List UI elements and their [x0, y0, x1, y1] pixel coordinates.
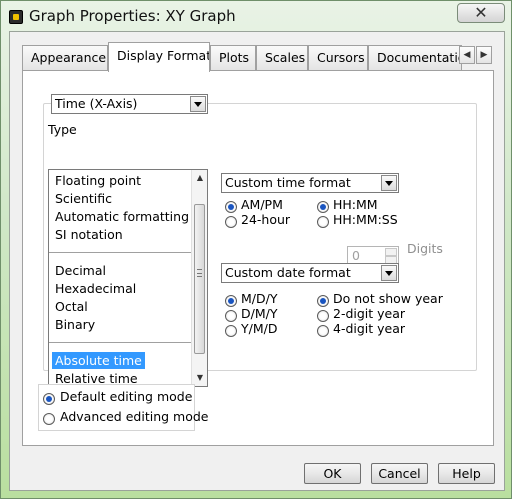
- list-item[interactable]: Hexadecimal: [52, 280, 139, 297]
- time-format-select[interactable]: Custom time format: [221, 173, 399, 193]
- type-listbox[interactable]: Floating point Scientific Automatic form…: [48, 169, 208, 387]
- scrollbar-thumb[interactable]: [194, 204, 205, 354]
- 4-digit-year-label: 4-digit year: [333, 321, 406, 336]
- advanced-editing-mode-label: Advanced editing mode: [60, 409, 209, 424]
- close-button[interactable]: ✕: [457, 3, 505, 23]
- axis-select-value: Time (X-Axis): [55, 96, 138, 111]
- ymd-radio[interactable]: [225, 325, 237, 337]
- dialog-client-area: Appearance Display Format Plots Scales C…: [9, 31, 505, 491]
- dialog-window: Graph Properties: XY Graph ✕ Appearance …: [0, 0, 512, 499]
- 2-digit-year-radio[interactable]: [317, 310, 329, 322]
- ok-button[interactable]: OK: [304, 463, 361, 484]
- list-item[interactable]: Scientific: [52, 190, 115, 207]
- window-title: Graph Properties: XY Graph: [29, 7, 236, 25]
- list-item[interactable]: Binary: [52, 316, 98, 333]
- list-item[interactable]: SI notation: [52, 226, 126, 243]
- advanced-editing-mode-radio[interactable]: [43, 413, 55, 425]
- spin-up-icon[interactable]: [385, 248, 397, 256]
- chevron-down-icon: [381, 175, 397, 191]
- 24-hour-label: 24-hour: [241, 212, 291, 227]
- time-format-select-value: Custom time format: [225, 175, 351, 190]
- hh-mm-label: HH:MM: [333, 197, 378, 212]
- tab-documentation[interactable]: Documentatio: [368, 45, 462, 71]
- mdy-radio[interactable]: [225, 295, 237, 307]
- cancel-button[interactable]: Cancel: [371, 463, 428, 484]
- digits-value: 0: [352, 248, 360, 263]
- chevron-down-icon: [190, 96, 206, 112]
- axis-select[interactable]: Time (X-Axis): [51, 94, 208, 114]
- default-editing-mode-label: Default editing mode: [60, 389, 193, 404]
- date-format-select[interactable]: Custom date format: [221, 263, 399, 283]
- list-item[interactable]: Automatic formatting: [52, 208, 192, 225]
- list-item[interactable]: Decimal: [52, 262, 109, 279]
- grip-icon: [197, 269, 202, 277]
- tab-scales[interactable]: Scales: [256, 45, 308, 71]
- type-label: Type: [48, 122, 77, 137]
- no-year-radio[interactable]: [317, 295, 329, 307]
- tab-appearance[interactable]: Appearance: [22, 45, 108, 71]
- digits-label: Digits: [407, 241, 443, 256]
- tab-scroll-right-button[interactable]: ▶: [476, 46, 492, 64]
- list-separator: [49, 342, 193, 343]
- ymd-label: Y/M/D: [241, 321, 278, 336]
- dmy-label: D/M/Y: [241, 306, 278, 321]
- ampm-radio[interactable]: [225, 201, 237, 213]
- 24-hour-radio[interactable]: [225, 216, 237, 228]
- tab-display-format[interactable]: Display Format: [108, 42, 210, 72]
- date-format-select-value: Custom date format: [225, 265, 351, 280]
- list-separator: [49, 252, 193, 253]
- list-item[interactable]: Floating point: [52, 172, 144, 189]
- listbox-scrollbar[interactable]: ▲ ▼: [191, 170, 207, 386]
- hh-mm-ss-label: HH:MM:SS: [333, 212, 398, 227]
- no-year-label: Do not show year: [333, 291, 443, 306]
- tab-scroll-left-button[interactable]: ◀: [459, 46, 475, 64]
- title-bar[interactable]: Graph Properties: XY Graph ✕: [1, 1, 512, 31]
- 4-digit-year-radio[interactable]: [317, 325, 329, 337]
- editing-mode-group: Default editing mode Advanced editing mo…: [38, 384, 208, 431]
- hh-mm-ss-radio[interactable]: [317, 216, 329, 228]
- hh-mm-radio[interactable]: [317, 201, 329, 213]
- default-editing-mode-radio[interactable]: [43, 393, 55, 405]
- ampm-label: AM/PM: [241, 197, 283, 212]
- tab-plots[interactable]: Plots: [210, 45, 256, 71]
- mdy-label: M/D/Y: [241, 291, 278, 306]
- 2-digit-year-label: 2-digit year: [333, 306, 406, 321]
- help-button[interactable]: Help: [438, 463, 495, 484]
- scroll-up-icon[interactable]: ▲: [192, 170, 207, 186]
- labview-app-icon: [9, 10, 23, 24]
- list-item[interactable]: Octal: [52, 298, 91, 315]
- dmy-radio[interactable]: [225, 310, 237, 322]
- chevron-down-icon: [381, 265, 397, 281]
- list-item-selected[interactable]: Absolute time: [52, 352, 145, 369]
- tab-cursors[interactable]: Cursors: [308, 45, 368, 71]
